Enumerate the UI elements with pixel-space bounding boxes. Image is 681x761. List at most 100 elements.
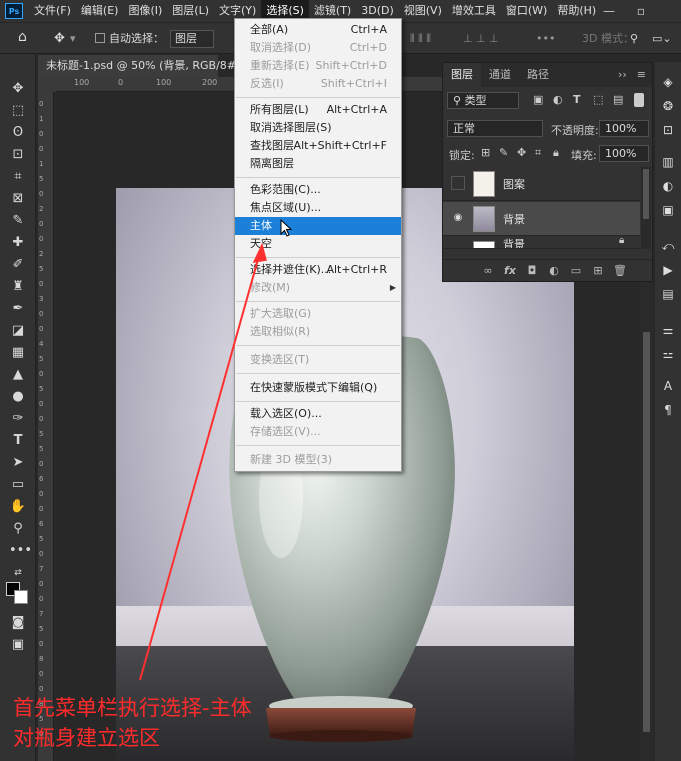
menu-item-transform-selection[interactable]: 变换选区(T): [235, 351, 401, 369]
swap-colors-icon[interactable]: ⇄: [9, 564, 27, 582]
screen-mode-icon[interactable]: ▣: [9, 636, 27, 654]
blend-mode-select[interactable]: 正常: [447, 120, 543, 137]
marquee-tool-icon[interactable]: ⬚: [9, 102, 27, 120]
menu-edit[interactable]: 编辑(E): [76, 0, 124, 22]
properties-icon[interactable]: ▣: [660, 202, 676, 218]
menu-layer[interactable]: 图层(L): [167, 0, 214, 22]
eraser-tool-icon[interactable]: ◪: [9, 322, 27, 340]
healing-tool-icon[interactable]: ✚: [9, 234, 27, 252]
collapse-icon[interactable]: ››: [614, 63, 631, 87]
panel-menu-icon[interactable]: ≡: [631, 63, 652, 87]
menu-item-color-range[interactable]: 色彩范围(C)...: [235, 181, 401, 199]
menu-item-reselect[interactable]: 重新选择(E) Shift+Ctrl+D: [235, 57, 401, 75]
quick-mask-icon[interactable]: ◙: [9, 614, 27, 632]
layers-icon[interactable]: ◈: [660, 74, 676, 90]
visibility-toggle[interactable]: [451, 176, 465, 190]
brush-settings-icon[interactable]: ⚍: [660, 346, 676, 362]
filter-shape-icon[interactable]: ⬚: [593, 93, 603, 106]
adjustment-icon[interactable]: ◐: [547, 264, 561, 278]
tab-channels[interactable]: 通道: [481, 63, 519, 87]
lock-image-icon[interactable]: ✎: [499, 146, 508, 159]
fill-input[interactable]: 100%: [599, 145, 649, 162]
more-tools-icon[interactable]: •••: [9, 542, 32, 560]
new-layer-icon[interactable]: ⊞: [591, 264, 605, 278]
chevron-down-icon[interactable]: ▾: [70, 31, 76, 47]
home-icon[interactable]: ⌂: [18, 29, 27, 45]
menu-item-sky[interactable]: 天空: [235, 235, 401, 253]
filter-type-icon[interactable]: T: [573, 93, 581, 106]
gradient-tool-icon[interactable]: ▦: [9, 344, 27, 362]
eyedropper-tool-icon[interactable]: ✎: [9, 212, 27, 230]
paragraph-icon[interactable]: ¶: [660, 402, 676, 418]
type-tool-icon[interactable]: T: [9, 432, 27, 450]
menu-item-inverse[interactable]: 反选(I) Shift+Ctrl+I: [235, 75, 401, 93]
minimize-icon[interactable]: —: [596, 0, 622, 22]
pen-tool-icon[interactable]: ✑: [9, 410, 27, 428]
history-icon[interactable]: ⤺: [660, 238, 676, 254]
menu-item-similar[interactable]: 选取相似(R): [235, 323, 401, 341]
channels-icon[interactable]: ❂: [660, 98, 676, 114]
trash-icon[interactable]: 🗑︎: [613, 264, 627, 278]
lasso-tool-icon[interactable]: ʘ: [9, 124, 27, 142]
filter-kind-select[interactable]: ⚲ 类型: [447, 92, 519, 109]
align-icon[interactable]: ⫴ ⫴ ⫴: [410, 31, 431, 47]
canvas-scrollbar[interactable]: [640, 282, 653, 761]
layer-row[interactable]: 背景 🔒︎: [443, 237, 640, 249]
menu-item-focus-area[interactable]: 焦点区域(U)...: [235, 199, 401, 217]
dodge-tool-icon[interactable]: ●: [9, 388, 27, 406]
group-icon[interactable]: ▭: [569, 264, 583, 278]
tab-layers[interactable]: 图层: [443, 63, 481, 87]
library-icon[interactable]: ▥: [660, 154, 676, 170]
auto-select-target-select[interactable]: 图层 ⌄: [170, 30, 214, 61]
crop-tool-icon[interactable]: ⌗: [9, 168, 27, 186]
menu-file[interactable]: 文件(F): [29, 0, 76, 22]
comments-icon[interactable]: ▤: [660, 286, 676, 302]
move-tool-icon[interactable]: ✥: [9, 80, 27, 98]
filter-toggle-icon[interactable]: [634, 93, 644, 107]
brush-tool-icon[interactable]: ✐: [9, 256, 27, 274]
menu-item-subject[interactable]: 主体: [235, 217, 401, 235]
workspace-icon[interactable]: ▭⌄: [652, 31, 672, 47]
menu-item-modify[interactable]: 修改(M) ▶: [235, 279, 401, 297]
layers-scrollbar[interactable]: [641, 167, 651, 249]
layer-row[interactable]: 图案: [443, 167, 640, 201]
menu-item-quick-mask[interactable]: 在快速蒙版模式下编辑(Q): [235, 379, 401, 397]
history-brush-tool-icon[interactable]: ✒: [9, 300, 27, 318]
menu-image[interactable]: 图像(I): [123, 0, 167, 22]
lock-all-icon[interactable]: 🔒︎: [553, 146, 559, 160]
fx-icon[interactable]: fx: [503, 264, 517, 278]
scrollbar-thumb[interactable]: [643, 169, 649, 219]
link-icon[interactable]: ∞: [481, 264, 495, 278]
adjustments-icon[interactable]: ◐: [660, 178, 676, 194]
menu-item-find-layers[interactable]: 查找图层 Alt+Shift+Ctrl+F: [235, 137, 401, 155]
zoom-tool-icon[interactable]: ⚲: [9, 520, 27, 538]
distribute-icon[interactable]: ⊥ ⊥ ⊥: [463, 31, 499, 47]
filter-smart-object-icon[interactable]: ▤: [613, 93, 623, 106]
menu-item-grow[interactable]: 扩大选取(G): [235, 305, 401, 323]
menu-item-deselect-layers[interactable]: 取消选择图层(S): [235, 119, 401, 137]
document-tab[interactable]: 未标题-1.psd @ 50% (背景, RGB/8#)×: [38, 55, 260, 77]
menu-window[interactable]: 窗口(W): [501, 0, 552, 22]
filter-adjustment-icon[interactable]: ◐: [553, 93, 563, 106]
rectangle-tool-icon[interactable]: ▭: [9, 476, 27, 494]
stamp-tool-icon[interactable]: ♜: [9, 278, 27, 296]
blur-tool-icon[interactable]: ▲: [9, 366, 27, 384]
menu-item-select-and-mask[interactable]: 选择并遮住(K)... Alt+Ctrl+R: [235, 261, 401, 279]
mask-icon[interactable]: ◘: [525, 264, 539, 278]
hand-tool-icon[interactable]: ✋: [9, 498, 27, 516]
eye-icon[interactable]: ◉: [451, 211, 465, 225]
actions-icon[interactable]: ▶: [660, 262, 676, 278]
menu-item-all[interactable]: 全部(A) Ctrl+A: [235, 21, 401, 39]
menu-item-isolate-layers[interactable]: 隔离图层: [235, 155, 401, 173]
tab-paths[interactable]: 路径: [519, 63, 557, 87]
scrollbar-thumb[interactable]: [643, 332, 650, 732]
more-icon[interactable]: •••: [536, 31, 555, 47]
lock-position-icon[interactable]: ✥: [517, 146, 526, 159]
menu-view[interactable]: 视图(V): [399, 0, 447, 22]
menu-help[interactable]: 帮助(H): [552, 0, 601, 22]
menu-item-new-3d-model[interactable]: 新建 3D 模型(3): [235, 451, 401, 469]
menu-item-load-selection[interactable]: 载入选区(O)...: [235, 405, 401, 423]
filter-pixel-icon[interactable]: ▣: [533, 93, 543, 106]
opacity-input[interactable]: 100%: [599, 120, 649, 137]
path-select-tool-icon[interactable]: ➤: [9, 454, 27, 472]
